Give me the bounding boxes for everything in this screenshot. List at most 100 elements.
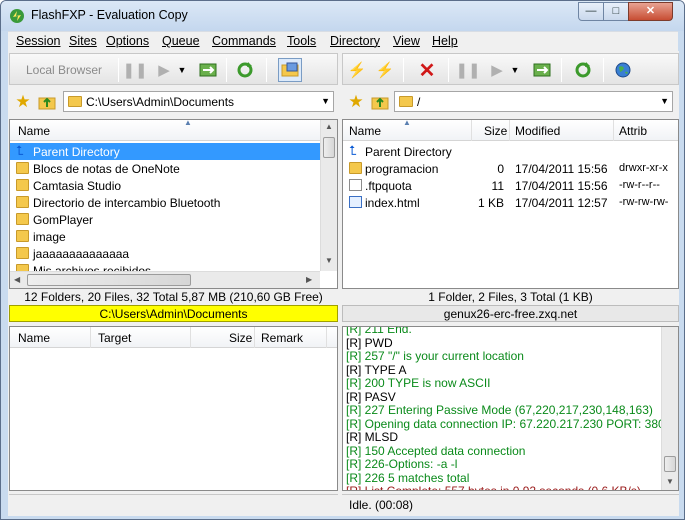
transfer-dropdown-icon[interactable]: ▼	[509, 58, 521, 82]
favorites-folder-icon[interactable]	[278, 58, 302, 82]
list-item[interactable]: .ftpquota 11 17/04/2011 15:56 -rw-r--r--	[343, 177, 678, 194]
folder-icon	[16, 179, 29, 191]
remote-path-combo[interactable]: / ▼	[394, 91, 673, 112]
pause-icon[interactable]: ❚❚	[455, 58, 480, 82]
local-path-combo[interactable]: C:\Users\Admin\Documents ▼	[63, 91, 334, 112]
status-bar: Idle. (00:08)	[342, 494, 679, 514]
connect-icon[interactable]: ⚡	[345, 58, 369, 82]
menu-options[interactable]: Options	[106, 34, 149, 48]
transfer-icon[interactable]: ▶	[485, 58, 509, 82]
column-name[interactable]: Name	[18, 124, 50, 138]
column-separator	[509, 120, 510, 141]
refresh-all-icon[interactable]	[530, 58, 554, 82]
disconnect-icon[interactable]: ⚡	[373, 58, 397, 82]
app-window: FlashFXP - Evaluation Copy — □ ✕ Session…	[0, 0, 685, 520]
folder-icon	[16, 196, 29, 208]
favorites-star-icon[interactable]: ★	[344, 90, 368, 114]
scroll-thumb[interactable]	[664, 456, 676, 472]
horizontal-scrollbar[interactable]: ◀ ▶	[10, 271, 320, 288]
local-summary: 12 Folders, 20 Files, 32 Total 5,87 MB (…	[24, 290, 323, 304]
globe-icon[interactable]	[611, 58, 635, 82]
menu-directory[interactable]: Directory	[330, 34, 380, 48]
scroll-down-icon[interactable]: ▼	[666, 475, 674, 489]
toolbar-separator	[448, 58, 449, 82]
log-line: [R] PWD	[346, 335, 393, 350]
remote-path-bar: ★ / ▼	[342, 89, 679, 115]
remote-list-header: Name ▲ Size Modified Attrib	[343, 120, 678, 141]
menu-queue[interactable]: Queue	[162, 34, 200, 48]
folder-icon	[16, 213, 29, 225]
toolbar-separator	[226, 58, 227, 82]
parent-dir-icon: ⮤	[349, 143, 357, 158]
menu-tools[interactable]: Tools	[287, 34, 316, 48]
column-separator	[471, 120, 472, 141]
refresh-icon[interactable]	[233, 58, 257, 82]
list-item[interactable]: programacion 0 17/04/2011 15:56 drwxr-xr…	[343, 160, 678, 177]
log-line: [R] 227 Entering Passive Mode (67,220,21…	[346, 403, 653, 417]
html-file-icon	[349, 196, 362, 208]
title-bar: FlashFXP - Evaluation Copy — □ ✕	[1, 1, 684, 31]
scroll-left-icon[interactable]: ◀	[14, 275, 20, 284]
scroll-up-icon[interactable]: ▲	[325, 122, 333, 131]
list-item[interactable]: ⮤ Parent Directory	[10, 143, 320, 160]
column-separator	[613, 120, 614, 141]
vertical-scrollbar[interactable]: ▼	[661, 327, 678, 490]
queue-header: Name Target Size Remark	[10, 327, 337, 348]
abort-icon[interactable]: ✕	[415, 58, 439, 82]
menu-sites[interactable]: Sites	[69, 34, 97, 48]
status-bar-left	[9, 494, 338, 514]
column-remark[interactable]: Remark	[261, 331, 303, 345]
log-line: [R] TYPE A	[346, 362, 407, 377]
column-size[interactable]: Size	[484, 124, 507, 138]
chevron-down-icon[interactable]: ▼	[660, 96, 669, 106]
column-separator	[326, 327, 327, 348]
chevron-down-icon[interactable]: ▼	[321, 96, 330, 106]
menu-commands[interactable]: Commands	[212, 34, 276, 48]
local-browser-button[interactable]: Local Browser	[14, 58, 114, 82]
scroll-thumb[interactable]	[323, 137, 335, 158]
transfer-dropdown-icon[interactable]: ▼	[176, 58, 188, 82]
column-separator	[90, 327, 91, 348]
toolbar-separator	[561, 58, 562, 82]
scroll-down-icon[interactable]: ▼	[325, 256, 333, 265]
minimize-button[interactable]: —	[578, 2, 604, 21]
up-folder-icon[interactable]	[368, 90, 392, 114]
menu-view[interactable]: View	[393, 34, 420, 48]
list-item[interactable]: index.html 1 KB 17/04/2011 12:57 -rw-rw-…	[343, 194, 678, 211]
refresh-all-icon[interactable]	[196, 58, 220, 82]
remote-summary: 1 Folder, 2 Files, 3 Total (1 KB)	[428, 290, 593, 304]
refresh-icon[interactable]	[571, 58, 595, 82]
column-attrib[interactable]: Attrib	[619, 124, 647, 138]
column-separator	[254, 327, 255, 348]
maximize-button[interactable]: □	[603, 2, 629, 21]
local-toolbar: Local Browser ❚❚ ▶ ▼	[9, 53, 338, 85]
menu-session[interactable]: Session	[16, 34, 60, 48]
sort-arrow-icon: ▲	[184, 119, 192, 127]
column-size[interactable]: Size	[229, 331, 252, 345]
menu-help[interactable]: Help	[432, 34, 458, 48]
transfer-icon[interactable]: ▶	[152, 58, 176, 82]
close-button[interactable]: ✕	[628, 2, 673, 21]
scroll-right-icon[interactable]: ▶	[306, 275, 312, 284]
file-icon	[349, 179, 362, 191]
scroll-thumb[interactable]	[27, 274, 191, 286]
column-modified[interactable]: Modified	[515, 124, 560, 138]
toolbar-separator	[603, 58, 604, 82]
vertical-scrollbar[interactable]: ▲ ▼	[320, 120, 337, 271]
favorites-star-icon[interactable]: ★	[11, 90, 35, 114]
menu-bar: Session Sites Options Queue Commands Too…	[8, 31, 678, 51]
window-title: FlashFXP - Evaluation Copy	[31, 8, 188, 22]
column-name[interactable]: Name	[349, 124, 381, 138]
column-target[interactable]: Target	[98, 331, 131, 345]
column-separator	[190, 327, 191, 348]
pause-icon[interactable]: ❚❚	[122, 58, 147, 82]
sort-arrow-icon: ▲	[403, 119, 411, 127]
up-folder-icon[interactable]	[35, 90, 59, 114]
flashfxp-app-icon	[10, 9, 24, 23]
toolbar-separator	[403, 58, 404, 82]
log-line: [R] 226-Options: -a -l	[346, 457, 458, 471]
column-name[interactable]: Name	[18, 331, 50, 345]
folder-icon	[399, 96, 413, 107]
log-line: [R] Opening data connection IP: 67.220.2…	[346, 416, 679, 431]
list-item[interactable]: ⮤ Parent Directory	[343, 143, 678, 160]
